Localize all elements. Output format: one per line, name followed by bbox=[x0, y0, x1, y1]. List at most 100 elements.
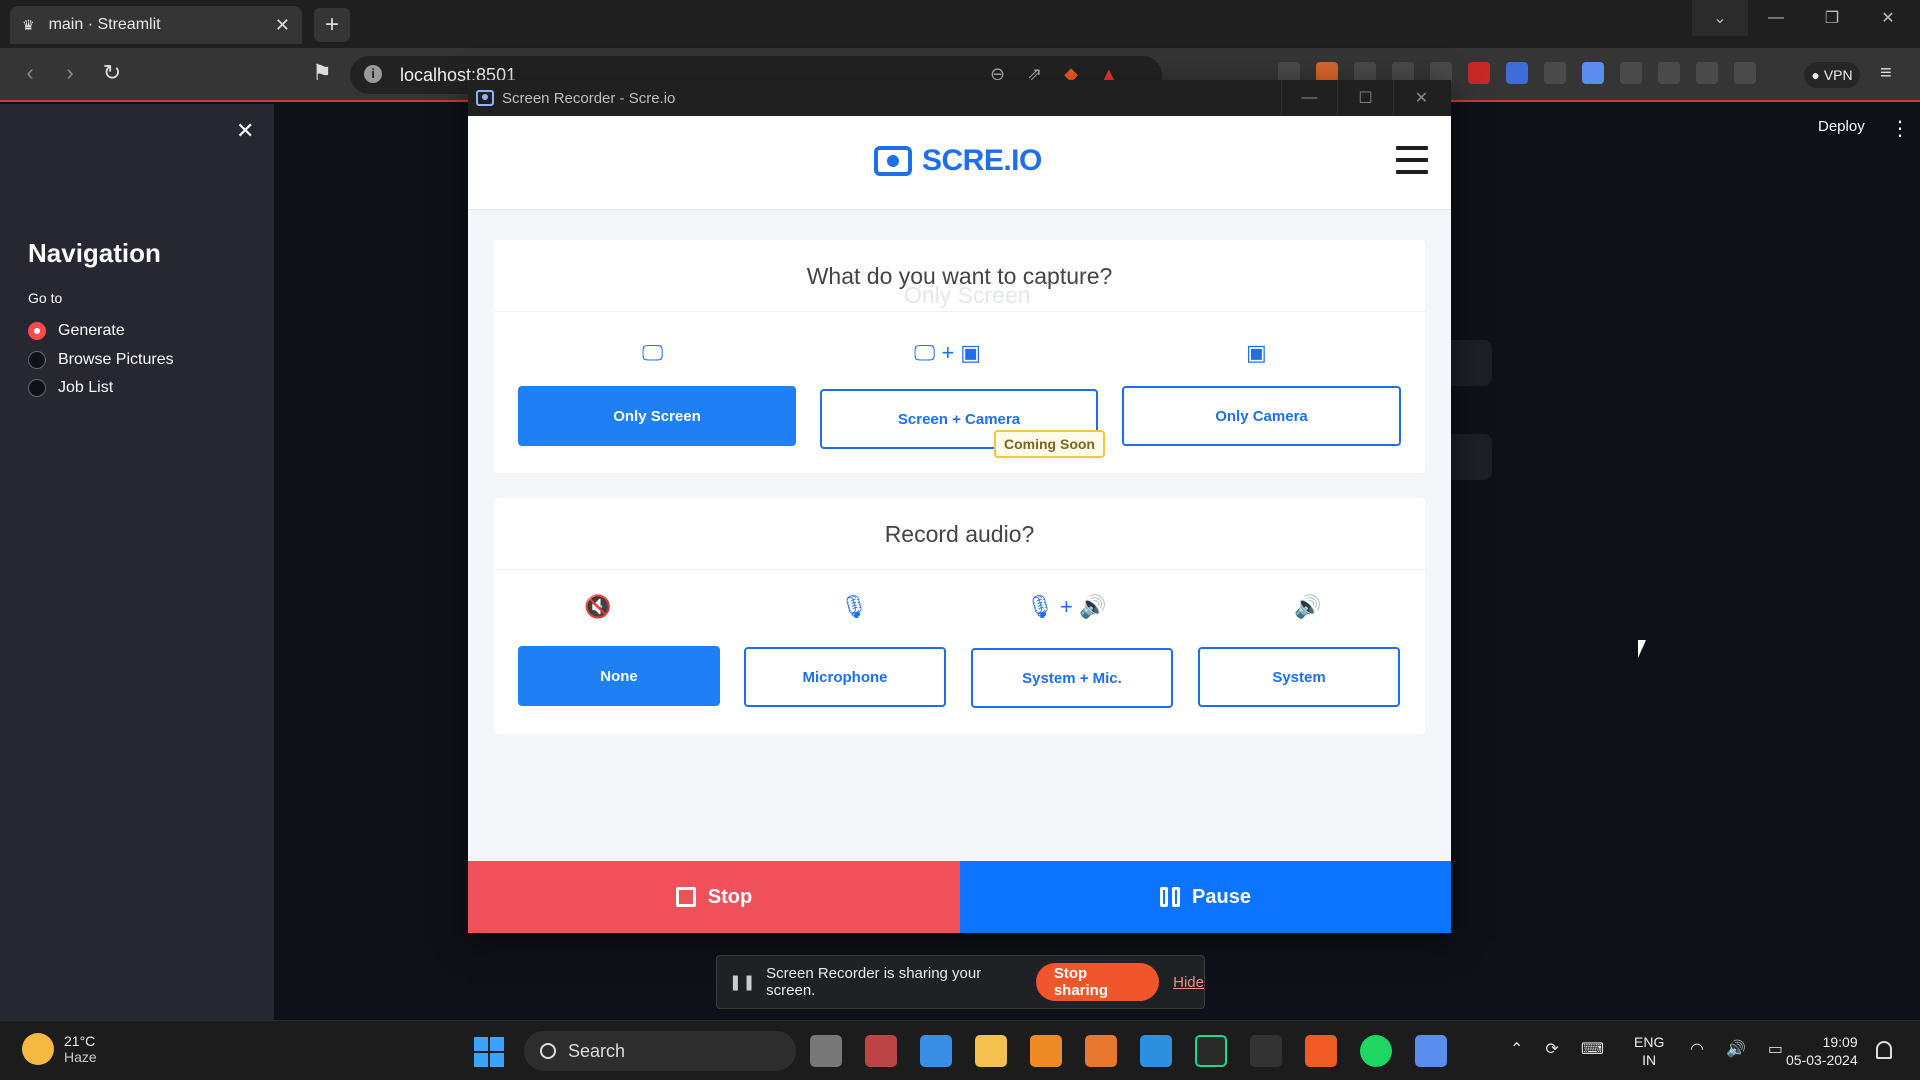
status-icons: ◠ 🔊 ▭ bbox=[1690, 1039, 1783, 1059]
pause-label: Pause bbox=[1192, 885, 1251, 908]
radio-selected-icon[interactable] bbox=[28, 322, 46, 340]
language-indicator[interactable]: ENG IN bbox=[1634, 1033, 1664, 1069]
nav-option-label: Browse Pictures bbox=[58, 351, 174, 368]
keyboard-icon[interactable]: ⌨ bbox=[1581, 1039, 1604, 1059]
time: 19:09 bbox=[1822, 1034, 1858, 1050]
language-code: ENG bbox=[1634, 1034, 1665, 1050]
vpn-dot-icon: ● bbox=[1811, 67, 1820, 83]
weather-condition: Haze bbox=[64, 1049, 97, 1065]
pycharm-icon[interactable] bbox=[1195, 1035, 1227, 1067]
radio-icon[interactable] bbox=[28, 379, 46, 397]
volume-icon[interactable]: 🔊 bbox=[1726, 1039, 1746, 1059]
browser-tab[interactable]: ♛ main · Streamlit ✕ bbox=[10, 6, 302, 44]
spotify-icon[interactable] bbox=[1360, 1035, 1392, 1067]
nav-option-job-list[interactable]: Job List bbox=[28, 379, 113, 397]
audio-system-button[interactable]: System bbox=[1198, 647, 1400, 707]
nav-option-label: Generate bbox=[58, 322, 125, 339]
only-screen-button[interactable]: Only Screen bbox=[518, 386, 796, 446]
system-tray: ⌃ ⟳ ⌨ bbox=[1510, 1039, 1604, 1059]
notification-bell-icon[interactable] bbox=[1876, 1041, 1892, 1059]
screen-recorder-app-icon[interactable] bbox=[1415, 1035, 1447, 1067]
brave-icon[interactable] bbox=[1305, 1035, 1337, 1067]
vpn-button[interactable]: ● VPN bbox=[1804, 62, 1860, 88]
audio-microphone-button[interactable]: Microphone bbox=[744, 647, 946, 707]
stop-label: Stop bbox=[707, 885, 753, 908]
app-icon[interactable] bbox=[865, 1035, 897, 1067]
extension-icon[interactable] bbox=[1544, 62, 1566, 84]
close-window-icon[interactable]: ✕ bbox=[1860, 0, 1916, 36]
hamburger-menu-icon[interactable] bbox=[1396, 146, 1428, 182]
recorder-window-title: Screen Recorder - Scre.io bbox=[502, 89, 676, 107]
capture-card: What do you want to capture? Only Screen… bbox=[494, 240, 1425, 473]
mic-plus-speaker-icon: 🎙 + 🔊 bbox=[1026, 594, 1107, 619]
sublime-text-icon[interactable] bbox=[1085, 1035, 1117, 1067]
tab-search-icon[interactable]: ⌄ bbox=[1692, 0, 1748, 36]
screen-recorder-window: Screen Recorder - Scre.io — ☐ ✕ SCRE.IO … bbox=[468, 80, 1451, 933]
recorder-close-icon[interactable]: ✕ bbox=[1393, 80, 1449, 116]
restore-icon[interactable]: ❐ bbox=[1804, 0, 1860, 36]
forward-icon[interactable]: › bbox=[56, 60, 84, 86]
extension-icon[interactable] bbox=[1506, 62, 1528, 84]
taskbar-apps bbox=[810, 1035, 1447, 1067]
new-tab-button[interactable]: + bbox=[314, 8, 350, 42]
windows-start-icon[interactable] bbox=[474, 1037, 504, 1067]
pdf-extension-icon[interactable] bbox=[1468, 62, 1490, 84]
audio-system-mic-button[interactable]: System + Mic. bbox=[971, 648, 1173, 708]
only-camera-button[interactable]: Only Camera bbox=[1122, 386, 1401, 446]
streamlit-sidebar: ✕ Navigation Go to Generate Browse Pictu… bbox=[0, 104, 274, 1020]
sync-icon[interactable]: ⟳ bbox=[1545, 1039, 1558, 1059]
recorder-maximize-icon[interactable]: ☐ bbox=[1337, 80, 1393, 116]
screen-recorder-extension-icon[interactable] bbox=[1582, 62, 1604, 84]
terminal-icon[interactable] bbox=[1250, 1035, 1282, 1067]
recorder-app-icon bbox=[476, 90, 494, 106]
scre-io-logo: SCRE.IO bbox=[874, 144, 1042, 178]
wallet-icon[interactable] bbox=[1734, 62, 1756, 84]
recorder-minimize-icon[interactable]: — bbox=[1281, 80, 1337, 116]
windows-taskbar: 21°C Haze Search ⌃ ⟳ ⌨ ENG IN ◠ 🔊 ▭ 19:0… bbox=[0, 1020, 1920, 1080]
audio-none-button[interactable]: None bbox=[518, 646, 720, 706]
taskbar-search[interactable]: Search bbox=[524, 1031, 796, 1071]
vscode-icon[interactable] bbox=[1140, 1035, 1172, 1067]
task-view-icon[interactable] bbox=[810, 1035, 842, 1067]
nav-option-generate[interactable]: Generate bbox=[28, 322, 125, 340]
sharing-pause-icon: ❚❚ bbox=[729, 974, 757, 991]
close-sidebar-icon[interactable]: ✕ bbox=[236, 118, 254, 144]
stop-sharing-button[interactable]: Stop sharing bbox=[1035, 963, 1160, 1001]
screen-sharing-bar: ❚❚ Screen Recorder is sharing your scree… bbox=[716, 955, 1205, 1009]
browser-tabbar: ♛ main · Streamlit ✕ + ⌄ — ❐ ✕ bbox=[0, 0, 1920, 48]
puzzle-icon[interactable] bbox=[1620, 62, 1642, 84]
app-icon[interactable] bbox=[1030, 1035, 1062, 1067]
wifi-icon[interactable]: ◠ bbox=[1690, 1039, 1704, 1059]
sidebar-icon[interactable] bbox=[1696, 62, 1718, 84]
chevron-up-icon[interactable]: ⌃ bbox=[1510, 1039, 1523, 1059]
browser-menu-icon[interactable]: ≡ bbox=[1880, 62, 1892, 85]
close-tab-icon[interactable]: ✕ bbox=[275, 15, 290, 36]
radio-icon[interactable] bbox=[28, 351, 46, 369]
bookmark-icon[interactable]: ⚑ bbox=[308, 60, 336, 86]
hide-link[interactable]: Hide bbox=[1173, 974, 1204, 991]
reload-icon[interactable]: ↻ bbox=[98, 60, 126, 86]
search-label: Search bbox=[568, 1040, 626, 1061]
back-icon[interactable]: ‹ bbox=[16, 60, 44, 86]
mute-icon: 🔇 bbox=[584, 594, 612, 619]
region-code: IN bbox=[1642, 1052, 1657, 1068]
battery-icon[interactable]: ▭ bbox=[1768, 1039, 1783, 1059]
logo-camera-icon bbox=[874, 146, 912, 176]
clock[interactable]: 19:09 05-03-2024 bbox=[1786, 1033, 1858, 1069]
pause-button[interactable]: Pause bbox=[960, 861, 1451, 933]
monitor-icon: 🖵 bbox=[642, 340, 664, 365]
minimize-icon[interactable]: — bbox=[1748, 0, 1804, 36]
deploy-button[interactable]: Deploy bbox=[1818, 118, 1865, 135]
site-info-icon[interactable]: i bbox=[364, 65, 382, 83]
file-explorer-icon[interactable] bbox=[975, 1035, 1007, 1067]
main-menu-icon[interactable]: ⋮ bbox=[1890, 116, 1910, 141]
weather-widget[interactable]: 21°C Haze bbox=[22, 1033, 97, 1065]
nav-option-browse-pictures[interactable]: Browse Pictures bbox=[28, 351, 174, 369]
music-icon[interactable] bbox=[1658, 62, 1680, 84]
pause-icon bbox=[1160, 887, 1181, 907]
app-icon[interactable] bbox=[920, 1035, 952, 1067]
stop-button[interactable]: Stop bbox=[468, 861, 960, 933]
mouse-cursor-icon bbox=[1638, 640, 1646, 658]
streamlit-crown-icon: ♛ bbox=[22, 16, 35, 33]
recorder-controls: Stop Pause bbox=[468, 861, 1451, 933]
